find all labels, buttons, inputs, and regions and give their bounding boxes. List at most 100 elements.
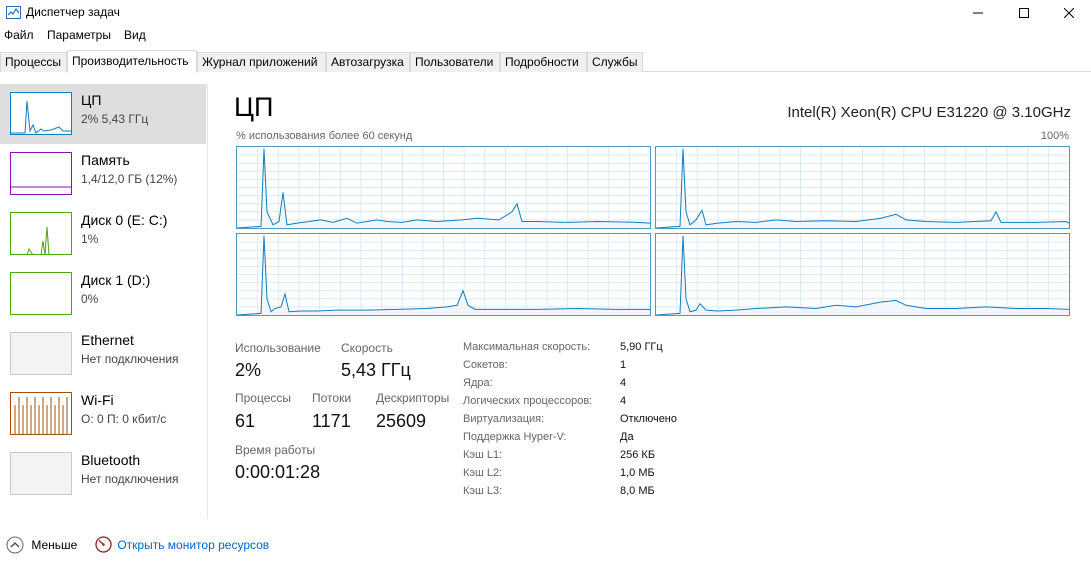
sidebar-item-title: Диск 0 (E: C:) <box>81 212 168 228</box>
cpu-graph-grid <box>236 146 1070 317</box>
task-manager-icon <box>6 6 21 19</box>
cpu-thumbnail-graph <box>10 92 72 135</box>
tab-processes[interactable]: Процессы <box>0 52 67 72</box>
property-value: 5,90 ГГц <box>620 341 663 353</box>
threads-value: 1171 <box>312 411 351 431</box>
graph-caption: % использования более 60 секунд <box>236 130 413 142</box>
sidebar-item-title: Ethernet <box>81 332 134 348</box>
sidebar-item-memory[interactable]: Память 1,4/12,0 ГБ (12%) <box>0 144 206 204</box>
tab-startup[interactable]: Автозагрузка <box>326 52 410 72</box>
processes-label: Процессы <box>235 391 292 405</box>
sidebar-item-subtitle: 2% 5,43 ГГц <box>81 112 149 126</box>
core-graph-svg <box>236 147 651 229</box>
sidebar-item-title: Wi-Fi <box>81 392 114 408</box>
sidebar-item-title: Память <box>81 152 130 168</box>
thumbnail-svg <box>11 453 72 495</box>
minimize-button[interactable] <box>955 0 1001 26</box>
cpu-core-graph <box>236 233 651 316</box>
property-value: 4 <box>620 395 627 407</box>
usage-value: 2% <box>235 360 262 380</box>
sidebar-item-subtitle: Нет подключения <box>81 472 179 486</box>
disk1-thumbnail-graph <box>10 272 72 315</box>
uptime-value: 0:00:01:28 <box>235 462 321 482</box>
chevron-up-icon <box>6 536 24 554</box>
graph-max-label: 100% <box>1040 130 1069 142</box>
title-bar: Диспетчер задач <box>0 0 1091 26</box>
close-button[interactable] <box>1046 0 1091 26</box>
property-key: Максимальная скорость: <box>463 341 591 353</box>
cpu-core-graph <box>655 146 1070 229</box>
sidebar-item-subtitle: 1% <box>81 232 99 246</box>
wifi-thumbnail-graph <box>10 392 72 435</box>
thumbnail-svg <box>14 397 68 434</box>
sidebar-item-cpu[interactable]: ЦП 2% 5,43 ГГц <box>0 84 206 144</box>
menu-view[interactable]: Вид <box>124 28 146 42</box>
footer: Меньше Открыть монитор ресурсов <box>0 532 1091 560</box>
window-title: Диспетчер задач <box>26 5 120 19</box>
property-key: Кэш L1: <box>463 449 503 461</box>
resource-monitor-icon <box>95 536 112 553</box>
tab-details[interactable]: Подробности <box>500 52 587 72</box>
thumbnail-svg <box>11 333 72 375</box>
property-key: Ядра: <box>463 377 493 389</box>
property-key: Кэш L2: <box>463 467 503 479</box>
cpu-model-name: Intel(R) Xeon(R) CPU E31220 @ 3.10GHz <box>787 104 1071 121</box>
sidebar-item-title: ЦП <box>81 92 102 108</box>
thumbnail-svg <box>26 226 50 254</box>
maximize-button[interactable] <box>1001 0 1047 26</box>
sidebar-item-subtitle: О: 0 П: 0 кбит/с <box>81 412 167 426</box>
page-title: ЦП <box>234 92 274 122</box>
minimize-icon <box>973 12 983 14</box>
property-value: 4 <box>620 377 627 389</box>
sidebar-item-subtitle: 0% <box>81 292 99 306</box>
disk0-thumbnail-graph <box>10 212 72 255</box>
sidebar-item-disk0[interactable]: Диск 0 (E: C:) 1% <box>0 204 206 264</box>
cpu-detail-panel: ЦП Intel(R) Xeon(R) CPU E31220 @ 3.10GHz… <box>212 84 1091 518</box>
maximize-icon <box>1019 8 1029 18</box>
uptime-label: Время работы <box>235 443 316 457</box>
cpu-core-graph <box>236 146 651 229</box>
core-graph-svg <box>655 234 1070 316</box>
memory-thumbnail-graph <box>10 152 72 195</box>
core-graph-svg <box>236 234 650 316</box>
menu-options[interactable]: Параметры <box>47 28 111 42</box>
tab-performance[interactable]: Производительность <box>67 50 197 73</box>
menu-file[interactable]: Файл <box>4 28 34 42</box>
processes-value: 61 <box>235 411 256 431</box>
sidebar-item-disk1[interactable]: Диск 1 (D:) 0% <box>0 264 206 324</box>
close-icon <box>1064 8 1074 18</box>
sidebar-item-title: Диск 1 (D:) <box>81 272 151 288</box>
ethernet-thumbnail-graph <box>10 332 72 375</box>
sidebar-item-bluetooth[interactable]: Bluetooth Нет подключения <box>0 444 206 504</box>
property-key: Кэш L3: <box>463 485 503 497</box>
sidebar-item-ethernet[interactable]: Ethernet Нет подключения <box>0 324 206 384</box>
thumbnail-svg <box>11 273 72 315</box>
sidebar-item-title: Bluetooth <box>81 452 141 468</box>
sidebar-item-wifi[interactable]: Wi-Fi О: 0 П: 0 кбит/с <box>0 384 206 444</box>
open-resource-monitor-link[interactable]: Открыть монитор ресурсов <box>95 536 269 553</box>
property-key: Сокетов: <box>463 359 508 371</box>
core-graph-svg <box>655 147 1070 229</box>
sidebar-item-subtitle: Нет подключения <box>81 352 179 366</box>
handles-value: 25609 <box>376 411 427 431</box>
property-key: Поддержка Hyper-V: <box>463 431 567 443</box>
handles-label: Дескрипторы <box>376 391 450 405</box>
fewer-details-button[interactable]: Меньше <box>6 536 77 554</box>
usage-label: Использование <box>235 341 321 355</box>
tab-services[interactable]: Службы <box>587 52 643 72</box>
thumbnail-svg <box>11 100 71 134</box>
threads-label: Потоки <box>312 391 352 405</box>
fewer-details-label: Меньше <box>31 538 78 552</box>
sidebar-item-subtitle: 1,4/12,0 ГБ (12%) <box>81 172 178 186</box>
thumbnail-svg <box>11 186 71 188</box>
sidebar: ЦП 2% 5,43 ГГц Память 1,4/12,0 ГБ (12%) … <box>0 84 208 518</box>
property-value: Отключено <box>620 413 677 425</box>
thumbnail-line <box>11 100 71 134</box>
tab-app-history[interactable]: Журнал приложений <box>197 52 326 72</box>
property-value: 1,0 МБ <box>620 467 655 479</box>
property-value: 1 <box>620 359 627 371</box>
speed-value: 5,43 ГГц <box>341 360 411 380</box>
tab-users[interactable]: Пользователи <box>410 52 500 72</box>
property-value: 8,0 МБ <box>620 485 655 497</box>
thumbnail-line <box>26 226 50 254</box>
